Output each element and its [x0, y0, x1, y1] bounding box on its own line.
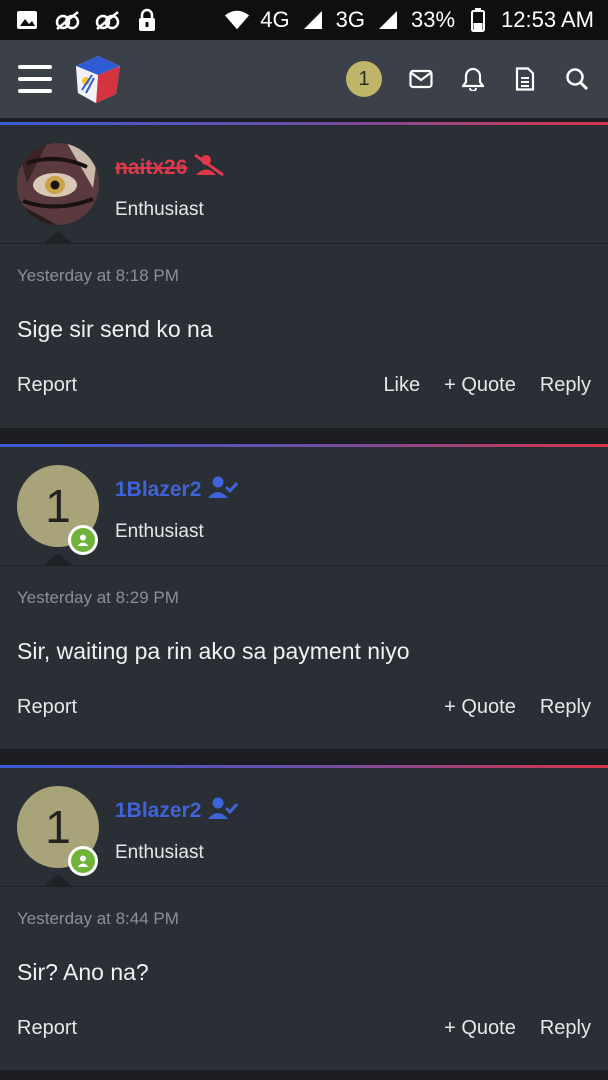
document-icon[interactable] — [512, 66, 538, 92]
banned-user-icon — [193, 153, 225, 183]
username[interactable]: naitx26 — [115, 153, 225, 183]
reply-link[interactable]: Reply — [540, 696, 591, 719]
gallery-icon — [14, 7, 40, 33]
battery-percent: 33% — [411, 7, 456, 32]
wifi-icon — [224, 7, 250, 33]
username[interactable]: 1Blazer2 — [115, 796, 239, 826]
online-status-icon — [68, 525, 98, 555]
network-4g: 4G — [260, 7, 290, 32]
lock-icon — [134, 7, 160, 33]
report-link[interactable]: Report — [17, 696, 77, 719]
post: naitx26 Enthusiast Yesterday at 8:18 PM … — [0, 122, 608, 428]
avatar[interactable] — [17, 143, 99, 225]
envelope-icon[interactable] — [408, 66, 434, 92]
post-message: Sir, waiting pa rin ako sa payment niyo — [17, 638, 410, 664]
notification-count-badge[interactable]: 1 — [346, 61, 382, 97]
post-message: Sir? Ano na? — [17, 959, 149, 985]
report-link[interactable]: Report — [17, 1017, 77, 1040]
username[interactable]: 1Blazer2 — [115, 475, 239, 505]
post-divider — [0, 231, 608, 244]
quote-link[interactable]: + Quote — [444, 374, 516, 397]
quote-link[interactable]: + Quote — [444, 696, 516, 719]
report-link[interactable]: Report — [17, 374, 77, 397]
online-status-icon — [68, 846, 98, 876]
status-bar: 4G 3G 33% 12:53 AM — [0, 0, 608, 40]
verified-user-icon — [207, 796, 239, 826]
like-link[interactable]: Like — [383, 374, 420, 397]
post-message: Sige sir send ko na — [17, 316, 213, 342]
clock: 12:53 AM — [501, 7, 594, 32]
battery-icon — [465, 7, 491, 33]
no-sync-icon-2 — [94, 7, 120, 33]
post-divider — [0, 874, 608, 887]
post-divider — [0, 553, 608, 566]
bell-icon[interactable] — [460, 66, 486, 92]
signal-icon — [300, 7, 326, 33]
network-3g: 3G — [335, 7, 365, 32]
menu-icon[interactable] — [18, 65, 52, 93]
post: 1 1Blazer2 Enthusiast Yesterday at 8:44 … — [0, 765, 608, 1070]
post-timestamp[interactable]: Yesterday at 8:18 PM — [17, 266, 179, 286]
no-sync-icon — [54, 7, 80, 33]
user-title: Enthusiast — [115, 842, 204, 863]
post-timestamp[interactable]: Yesterday at 8:29 PM — [17, 588, 179, 608]
site-logo[interactable] — [72, 53, 124, 105]
user-title: Enthusiast — [115, 199, 204, 220]
quote-link[interactable]: + Quote — [444, 1017, 516, 1040]
post-timestamp[interactable]: Yesterday at 8:44 PM — [17, 909, 179, 929]
search-icon[interactable] — [564, 66, 590, 92]
reply-link[interactable]: Reply — [540, 374, 591, 397]
app-header: 1 — [0, 40, 608, 118]
signal-icon-2 — [375, 7, 401, 33]
user-title: Enthusiast — [115, 521, 204, 542]
reply-link[interactable]: Reply — [540, 1017, 591, 1040]
verified-user-icon — [207, 475, 239, 505]
post: 1 1Blazer2 Enthusiast Yesterday at 8:29 … — [0, 444, 608, 749]
